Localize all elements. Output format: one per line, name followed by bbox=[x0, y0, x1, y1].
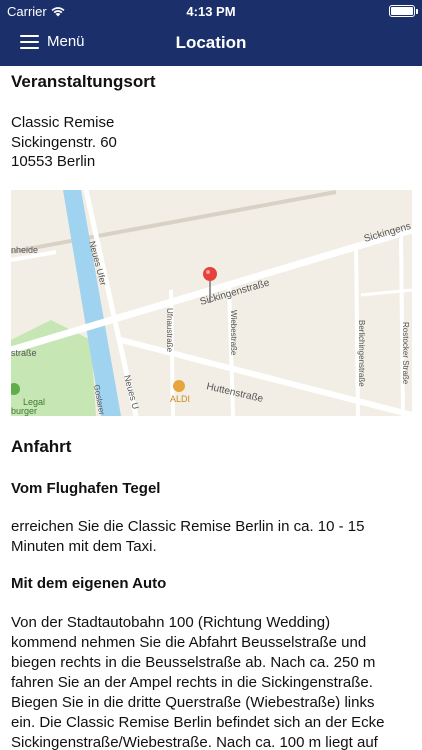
status-time: 4:13 PM bbox=[186, 4, 236, 19]
street-label: nheide bbox=[11, 245, 38, 255]
text-line: erreichen Sie die Classic Remise Berlin … bbox=[11, 518, 365, 535]
street-label: Rostocker Straße bbox=[401, 322, 410, 385]
section-title: Vom Flughafen Tegel bbox=[11, 480, 161, 497]
status-bar: Carrier 4:13 PM bbox=[0, 0, 422, 22]
poi-label: burger bbox=[11, 406, 37, 416]
text-line: Biegen Sie in die dritte Querstraße (Wie… bbox=[11, 694, 375, 711]
street-label: straße bbox=[11, 348, 37, 358]
street-label: Wiebestraße bbox=[229, 310, 238, 356]
street-label: Berlichingenstraße bbox=[357, 320, 366, 387]
app-header: Carrier 4:13 PM Menü Location bbox=[0, 0, 422, 66]
navigation-bar: Menü Location bbox=[0, 22, 422, 66]
location-map[interactable]: Sickingenstraße Sickingens Neues Ufer Ne… bbox=[11, 190, 412, 416]
text-line: Sickingenstraße/Wiebestraße. Nach ca. 10… bbox=[11, 734, 378, 750]
section-title: Mit dem eigenen Auto bbox=[11, 575, 167, 592]
directions-heading: Anfahrt bbox=[11, 437, 72, 456]
section-text: Von der Stadtautobahn 100 (Richtung Wedd… bbox=[11, 613, 413, 750]
venue-heading: Veranstaltungsort bbox=[11, 72, 156, 91]
venue-address: Classic Remise Sickingenstr. 60 10553 Be… bbox=[11, 113, 117, 172]
poi-label: ALDI bbox=[170, 394, 190, 404]
page-title: Location bbox=[175, 33, 247, 52]
text-line: kommend nehmen Sie die Abfahrt Beusselst… bbox=[11, 634, 367, 651]
text-line: fahren Sie an der Ampel rechts in die Si… bbox=[11, 674, 373, 691]
text-line: ein. Die Classic Remise Berlin befindet … bbox=[11, 714, 385, 731]
section-text: erreichen Sie die Classic Remise Berlin … bbox=[11, 517, 413, 557]
street-label: Ufnaustraße bbox=[165, 308, 174, 353]
battery-icon bbox=[389, 5, 418, 17]
address-line: 10553 Berlin bbox=[11, 153, 96, 170]
text-line: Minuten mit dem Taxi. bbox=[11, 538, 157, 555]
address-line: Sickingenstr. 60 bbox=[11, 133, 117, 151]
text-line: biegen rechts in die Beusselstraße ab. N… bbox=[11, 654, 376, 671]
address-line: Classic Remise bbox=[11, 114, 115, 131]
text-line: Von der Stadtautobahn 100 (Richtung Wedd… bbox=[11, 614, 331, 631]
aldi-icon[interactable] bbox=[173, 380, 185, 392]
